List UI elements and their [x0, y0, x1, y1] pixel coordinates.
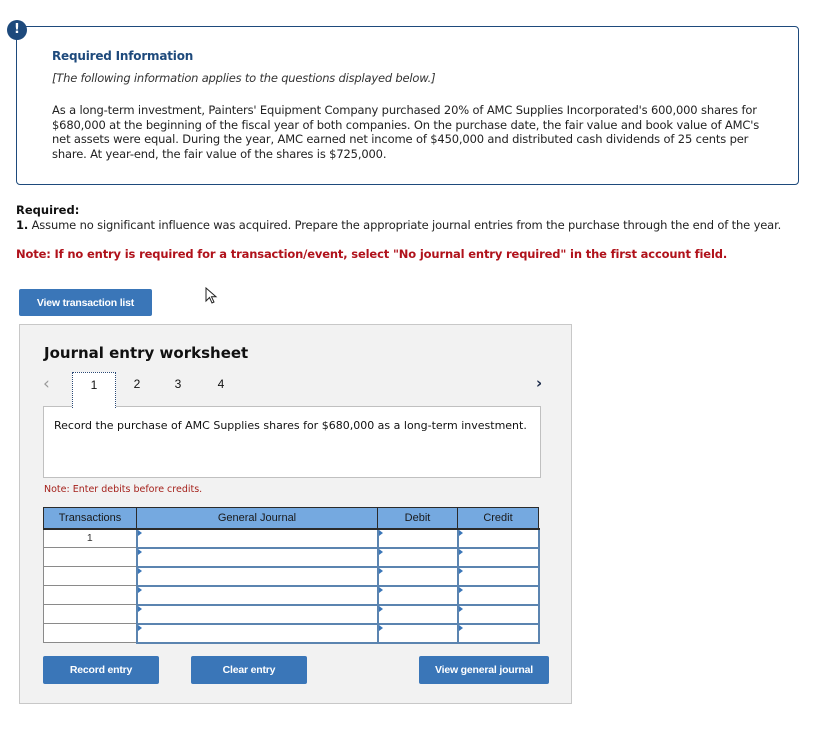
field-marker-icon — [378, 548, 383, 555]
field-marker-icon — [378, 605, 383, 612]
field-marker-icon — [378, 586, 383, 593]
transaction-cell — [43, 547, 137, 567]
header-general-journal: General Journal — [136, 507, 378, 530]
field-marker-icon — [378, 529, 383, 536]
credit-field[interactable] — [456, 565, 540, 587]
required-note: Note: If no entry is required for a tran… — [16, 247, 728, 261]
table-row — [43, 622, 540, 644]
field-marker-icon — [458, 548, 463, 555]
transaction-cell — [43, 604, 137, 624]
info-title: Required Information — [52, 49, 194, 63]
debit-field[interactable] — [376, 584, 459, 606]
credit-field[interactable] — [456, 546, 540, 568]
debit-field[interactable] — [376, 622, 459, 644]
field-marker-icon — [458, 567, 463, 574]
header-transactions: Transactions — [43, 507, 137, 530]
field-marker-icon — [458, 605, 463, 612]
page-tab-4[interactable]: 4 — [199, 372, 243, 408]
debit-field[interactable] — [376, 565, 459, 587]
debits-note: Note: Enter debits before credits. — [44, 484, 203, 495]
chevron-right-icon[interactable]: › — [536, 374, 542, 392]
page-tab-1[interactable]: 1 — [72, 372, 116, 408]
field-marker-icon — [378, 567, 383, 574]
mouse-cursor-icon — [205, 287, 218, 304]
info-subtitle: [The following information applies to th… — [52, 71, 436, 85]
header-debit: Debit — [377, 507, 458, 530]
view-transaction-list-button[interactable]: View transaction list — [19, 289, 152, 316]
field-marker-icon — [378, 624, 383, 631]
header-credit: Credit — [457, 507, 539, 530]
record-entry-button[interactable]: Record entry — [43, 656, 159, 684]
table-row — [43, 546, 540, 568]
account-field[interactable] — [135, 603, 379, 625]
transaction-cell — [43, 623, 137, 643]
alert-icon: ! — [7, 20, 27, 40]
debit-field[interactable] — [376, 546, 459, 568]
page-tab-3[interactable]: 3 — [156, 372, 200, 408]
entry-description: Record the purchase of AMC Supplies shar… — [43, 406, 541, 478]
field-marker-icon — [458, 624, 463, 631]
field-marker-icon — [137, 567, 142, 574]
required-item-number: 1. — [16, 218, 29, 232]
credit-field[interactable] — [456, 584, 540, 606]
debit-field[interactable] — [376, 603, 459, 625]
transaction-cell: 1 — [43, 528, 137, 548]
field-marker-icon — [137, 605, 142, 612]
journal-entry-worksheet: Journal entry worksheet ‹ 1 2 3 4 › Reco… — [19, 324, 572, 704]
required-item-text: Assume no significant influence was acqu… — [28, 218, 782, 232]
field-marker-icon — [137, 624, 142, 631]
account-field[interactable] — [135, 546, 379, 568]
account-field[interactable] — [135, 584, 379, 606]
debit-field[interactable] — [376, 527, 459, 549]
chevron-left-icon[interactable]: ‹ — [43, 374, 50, 394]
field-marker-icon — [137, 586, 142, 593]
field-marker-icon — [137, 548, 142, 555]
credit-field[interactable] — [456, 622, 540, 644]
info-body: As a long-term investment, Painters' Equ… — [52, 103, 760, 161]
field-marker-icon — [458, 529, 463, 536]
worksheet-title: Journal entry worksheet — [44, 344, 249, 362]
table-row — [43, 584, 540, 606]
credit-field[interactable] — [456, 527, 540, 549]
required-heading: Required: — [16, 203, 80, 217]
transaction-cell — [43, 566, 137, 586]
account-field[interactable] — [135, 565, 379, 587]
account-field[interactable] — [135, 527, 379, 549]
page-tab-2[interactable]: 2 — [115, 372, 159, 408]
account-field[interactable] — [135, 622, 379, 644]
view-general-journal-button[interactable]: View general journal — [419, 656, 549, 684]
field-marker-icon — [458, 586, 463, 593]
field-marker-icon — [137, 529, 142, 536]
table-row — [43, 565, 540, 587]
required-item: 1. Assume no significant influence was a… — [16, 218, 796, 233]
clear-entry-button[interactable]: Clear entry — [191, 656, 307, 684]
transaction-cell — [43, 585, 137, 605]
table-row: 1 — [43, 527, 540, 549]
journal-table: Transactions General Journal Debit Credi… — [43, 507, 540, 644]
credit-field[interactable] — [456, 603, 540, 625]
table-row — [43, 603, 540, 625]
